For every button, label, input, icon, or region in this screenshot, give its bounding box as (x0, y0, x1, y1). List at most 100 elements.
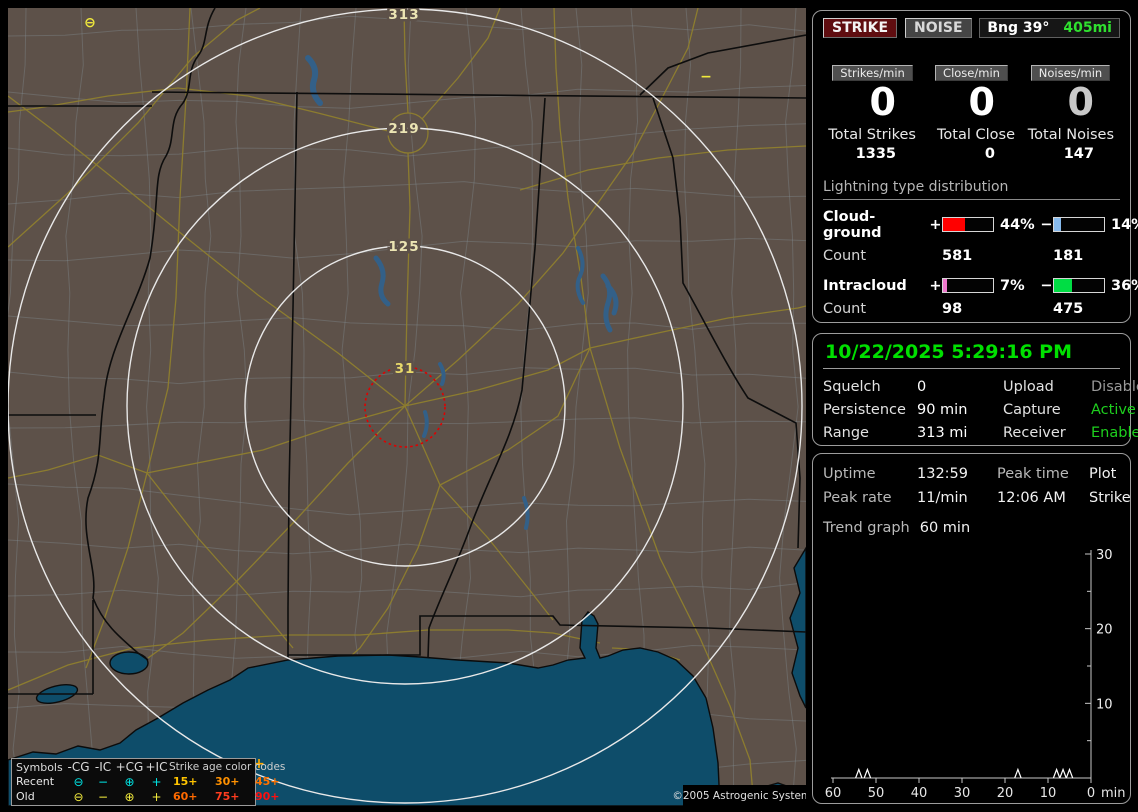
ic-count-label: Count (823, 300, 867, 317)
trend-graph: 10 20 30 60 50 40 30 20 10 0 min (825, 548, 1126, 798)
total-close-label: Total Close (937, 126, 1015, 143)
ic-plus-count: 98 (942, 300, 963, 317)
ring-label-313: 313 (388, 8, 419, 23)
legend-age-header: Strike age color codes (169, 761, 286, 774)
noises-per-min-value: 0 (1067, 80, 1094, 124)
peak-time-label: Peak time (997, 466, 1069, 482)
range-value: 313 mi (917, 425, 968, 441)
noises-per-min-chip[interactable]: Noises/min (1030, 65, 1111, 81)
legend-symbol-icon: − (97, 789, 109, 804)
total-strikes-label: Total Strikes (828, 126, 916, 143)
legend-age-value: 90+ (255, 790, 280, 804)
legend-symbol-icon: − (97, 774, 109, 789)
receiver-status: Enabled (1091, 425, 1138, 441)
status-panel: 10/22/2025 5:29:16 PM Squelch 0 Upload D… (812, 333, 1138, 446)
legend-age-value: 60+ (173, 790, 198, 804)
svg-text:0: 0 (1087, 786, 1095, 798)
uptime-value: 132:59 (917, 466, 969, 482)
strikes-per-min-chip[interactable]: Strikes/min (832, 65, 913, 81)
legend-row-recent: Recent ⊖ − ⊕ +15+ 30+ 45+ (16, 775, 289, 790)
uptime-label: Uptime (823, 466, 876, 482)
upload-status: Disabled (1091, 379, 1138, 395)
plot-label: Plot (1089, 466, 1117, 482)
total-noises-value: 147 (1063, 145, 1094, 162)
legend-age-value: 45+ (255, 775, 280, 789)
svg-text:30: 30 (1096, 548, 1113, 563)
strikes-per-min-value: 0 (869, 80, 896, 124)
svg-text:min: min (1101, 786, 1126, 798)
total-noises-label: Total Noises (1027, 126, 1114, 143)
cg-count-label: Count (823, 247, 867, 264)
map-svg: 313 219 125 31 ⊖−+ (8, 8, 806, 806)
legend-age-label: Recent (16, 775, 55, 789)
legend-col-pic: +IC (145, 760, 168, 775)
svg-text:30: 30 (954, 786, 971, 798)
persistence-value: 90 min (917, 402, 968, 418)
legend-age-label: Old (16, 790, 35, 804)
legend-symbol-icon: ⊕ (124, 774, 135, 789)
ring-label-125: 125 (388, 239, 419, 255)
copyright-bar: ©2005 Astrogenic Systems (672, 785, 806, 806)
peak-rate-label: Peak rate (823, 490, 892, 506)
total-close-value: 0 (984, 145, 995, 162)
peak-rate-value: 11/min (917, 490, 968, 506)
range-label: Range (823, 425, 869, 441)
trend-graph-label: Trend graph (823, 520, 910, 536)
svg-text:10: 10 (1040, 786, 1057, 798)
legend-age-value: 15+ (173, 775, 198, 789)
svg-text:60: 60 (825, 786, 842, 798)
bearing-indicator: Bng 39° 405mi (979, 18, 1120, 38)
ic-plus-bar (942, 278, 994, 294)
cg-minus-bar (1053, 217, 1105, 233)
squelch-label: Squelch (823, 379, 881, 395)
bearing-label: Bng 39° (987, 20, 1050, 36)
svg-text:50: 50 (868, 786, 885, 798)
capture-label: Capture (1003, 402, 1061, 418)
cg-minus-count: 181 (1053, 247, 1084, 264)
persistence-label: Persistence (823, 402, 906, 418)
legend-col-ncg: -CG (67, 760, 90, 775)
trend-window-value: 60 min (919, 520, 971, 536)
minus-sign: − (1040, 216, 1053, 233)
upload-label: Upload (1003, 379, 1054, 395)
symbol-legend: Symbols -CG -IC +CG +IC Strike age color… (11, 758, 285, 806)
legend-symbol-icon: ⊖ (73, 789, 84, 804)
strike-stats-panel: STRIKE NOISE Bng 39° 405mi Strikes/min C… (812, 10, 1138, 323)
svg-text:10: 10 (1096, 697, 1113, 712)
ic-minus-bar (1053, 278, 1105, 294)
capture-status: Active (1091, 402, 1136, 418)
strike-symbol--CG: ⊖ (84, 15, 96, 31)
ic-minus-count: 475 (1053, 300, 1084, 317)
receiver-label: Receiver (1003, 425, 1066, 441)
svg-text:20: 20 (997, 786, 1014, 798)
plus-sign: + (929, 216, 942, 233)
map-canvas[interactable]: 313 219 125 31 ⊖ − + ©2005 Astrogenic Syst… (8, 8, 806, 806)
legend-age-value: 30+ (215, 775, 240, 789)
cloud-ground-label: Cloud-ground (823, 208, 882, 241)
total-strikes-value: 1335 (855, 145, 896, 162)
legend-symbol-icon: ⊖ (73, 774, 84, 789)
ring-label-31: 31 (395, 361, 416, 377)
cg-plus-count: 581 (942, 247, 973, 264)
distribution-header: Lightning type distribution (823, 179, 1120, 200)
minus-sign: − (1040, 277, 1053, 294)
ic-plus-pct: 7% (1000, 277, 1025, 294)
close-per-min-chip[interactable]: Close/min (935, 65, 1008, 81)
ic-minus-pct: 36% (1111, 277, 1138, 294)
copyright-text: ©2005 Astrogenic Systems (672, 789, 806, 802)
plus-sign: + (929, 277, 942, 294)
cg-minus-pct: 14% (1111, 216, 1138, 233)
close-per-min-value: 0 (968, 80, 995, 124)
legend-row-old: Old ⊖ − ⊕ +60+ 75+ 90+ (16, 789, 289, 804)
cg-plus-pct: 44% (1000, 216, 1035, 233)
noise-button[interactable]: NOISE (905, 18, 972, 38)
legend-symbol-icon: + (151, 789, 162, 804)
bearing-distance: 405mi (1063, 20, 1112, 36)
legend-symbols-header: Symbols (16, 760, 63, 774)
intracloud-label: Intracloud (823, 277, 907, 294)
strike-button[interactable]: STRIKE (823, 18, 898, 38)
squelch-value: 0 (917, 379, 927, 395)
legend-col-pcg: +CG (115, 760, 144, 775)
svg-text:20: 20 (1096, 623, 1113, 638)
legend-symbol-icon: + (151, 774, 162, 789)
